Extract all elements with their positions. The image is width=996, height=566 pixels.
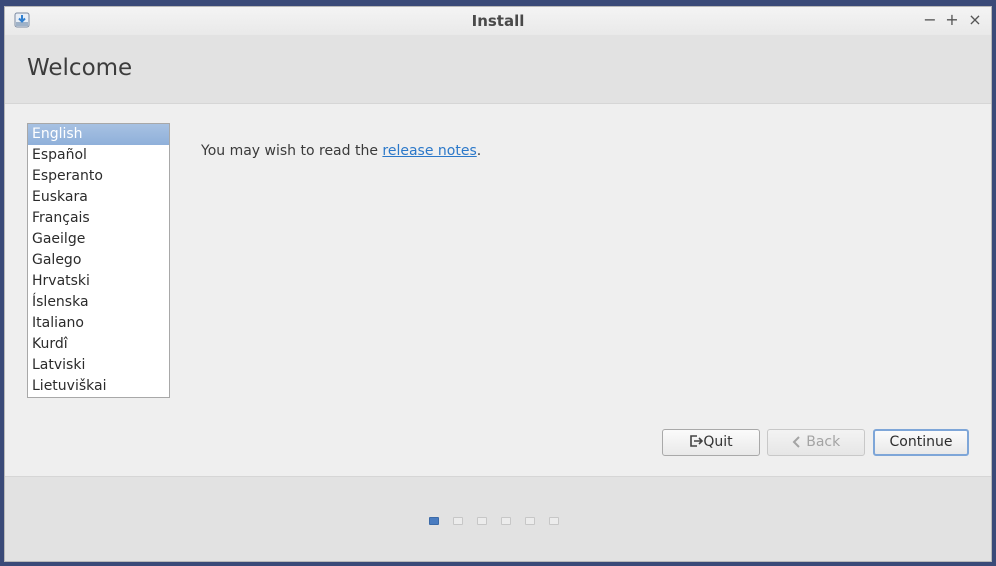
title-bar: Install − + × — [5, 7, 991, 36]
language-item[interactable]: Galego — [28, 250, 169, 271]
step-dot — [501, 517, 511, 525]
back-label: Back — [806, 434, 841, 450]
release-notes-text: You may wish to read the release notes. — [201, 143, 481, 159]
minimize-button[interactable]: − — [921, 11, 939, 29]
step-dot — [429, 517, 439, 525]
language-item[interactable]: Hrvatski — [28, 271, 169, 292]
quit-label: Quit — [703, 434, 733, 450]
language-item[interactable]: Esperanto — [28, 166, 169, 187]
language-item[interactable]: English — [28, 124, 169, 145]
language-item[interactable]: Euskara — [28, 187, 169, 208]
page-title: Welcome — [27, 55, 133, 81]
language-item[interactable]: Italiano — [28, 313, 169, 334]
step-dot — [549, 517, 559, 525]
maximize-button[interactable]: + — [943, 11, 961, 29]
window-title: Install — [471, 12, 525, 30]
language-item[interactable]: Kurdî — [28, 334, 169, 355]
language-item[interactable]: Français — [28, 208, 169, 229]
language-item[interactable]: Gaeilge — [28, 229, 169, 250]
chevron-left-icon — [792, 436, 800, 448]
page-header: Welcome — [5, 35, 991, 104]
quit-icon — [690, 435, 704, 447]
progress-footer — [5, 476, 991, 561]
step-dot — [477, 517, 487, 525]
step-dot — [453, 517, 463, 525]
close-button[interactable]: × — [966, 11, 984, 29]
quit-button[interactable]: Quit — [662, 429, 760, 456]
language-item[interactable]: Lietuviškai — [28, 376, 169, 397]
language-item[interactable]: Español — [28, 145, 169, 166]
maximize-icon: + — [945, 10, 959, 29]
minimize-icon: − — [923, 10, 937, 29]
release-notes-prefix: You may wish to read the — [201, 143, 383, 159]
continue-button[interactable]: Continue — [873, 429, 969, 456]
language-item[interactable]: Latviski — [28, 355, 169, 376]
installer-window: Install − + × Welcome English Español Espe… — [4, 6, 992, 562]
step-dot — [525, 517, 535, 525]
language-item[interactable]: Íslenska — [28, 292, 169, 313]
back-button[interactable]: Back — [767, 429, 865, 456]
language-list[interactable]: English Español Esperanto Euskara Français Ga… — [27, 123, 170, 398]
release-notes-suffix: . — [476, 143, 482, 159]
continue-label: Continue — [889, 434, 953, 450]
release-notes-link[interactable]: release notes — [382, 143, 476, 159]
close-icon: × — [968, 10, 982, 29]
